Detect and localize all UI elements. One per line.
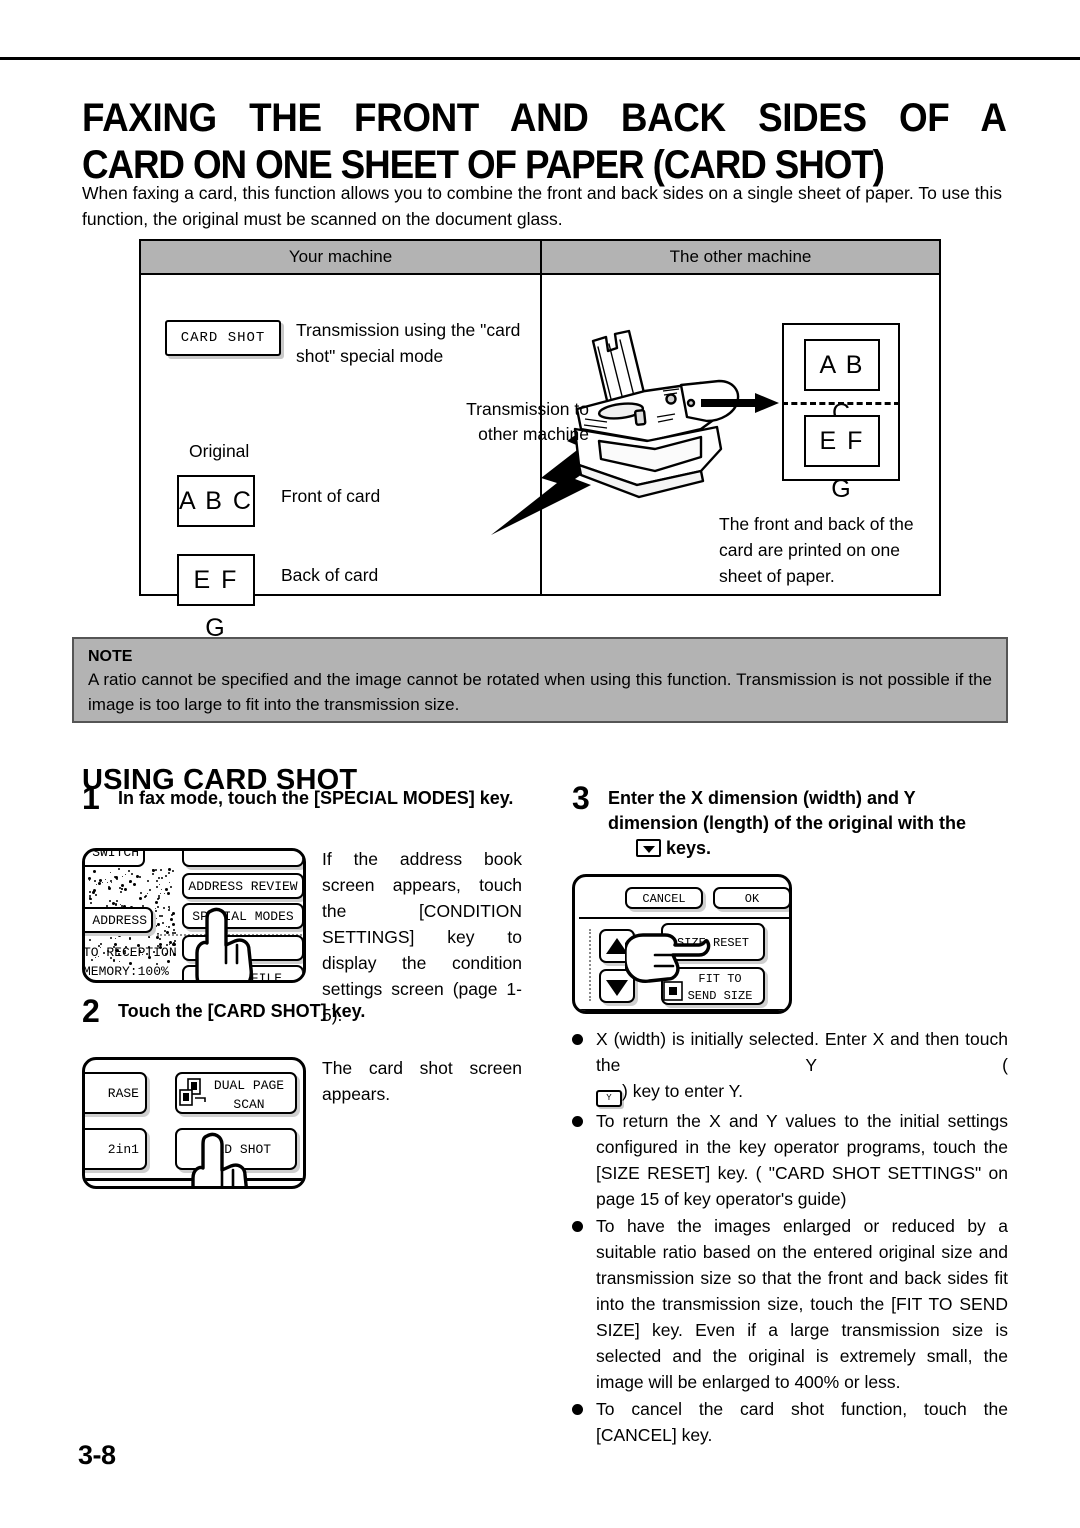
diagram-output-fold-line [782,402,900,405]
bullet-4-text: To cancel the card shot function, touch … [596,1399,1008,1445]
bullet-dot-icon [572,1404,583,1415]
diagram-result-text: The front and back of the card are print… [719,514,914,586]
step-3-title-suffix: keys. [608,836,1008,861]
transmission-to-line-2: other machine [478,424,589,444]
note-line-1: A ratio cannot be specified and the imag… [88,670,950,689]
notes-bullet-list: X (width) is initially selected. Enter X… [572,1026,1008,1449]
bullet-item: To cancel the card shot function, touch … [572,1396,1008,1448]
step-2-side-text: The card shot screen appears. [322,1058,522,1104]
panel-top-right-key[interactable] [182,851,303,867]
cancel-key[interactable]: CANCEL [625,887,703,909]
step-1-number: 1 [82,780,100,816]
auto-reception-label: TO RECEPTION [83,945,177,960]
panel-vertical-divider [589,929,591,1001]
diagram-header-row: Your machine The other machine [141,241,939,275]
step-2: 2 Touch the [CARD SHOT] key. RASE 2in1 D… [82,995,522,1209]
diagram-header-your-machine: Your machine [141,241,542,273]
intro-line-1: When faxing a card, this function allows… [82,183,970,203]
diagram-output-bottom-card: E F G [804,415,880,503]
diagram-front-card: A B C [177,475,255,527]
erase-key[interactable]: RASE [85,1072,147,1114]
bullet-3-text: To have the images enlarged or reduced b… [596,1216,1008,1392]
diagram-output-paper: A B C E F G [782,323,900,503]
output-arrow-icon [701,393,779,413]
diagram-output-top-card: A B C [804,339,880,427]
y-key-icon: Y [596,1090,622,1107]
pointing-hand-icon [195,907,253,980]
sub-address-key[interactable]: UB ADDRESS [85,907,153,933]
bullet-1-tail: Y) key to enter Y. [596,1078,1008,1107]
panel-bottom-rule [575,1009,789,1011]
step-1-panel-screenshot: ODE SWITCH UB ADDRESS TO RECEPTION MEMOR… [82,848,306,983]
step-2-panel-screenshot: RASE 2in1 DUAL PAGE SCAN CARD SHOT [82,1057,306,1189]
header-rule [0,57,1080,60]
step-3-title-part2: keys. [666,838,712,858]
step-1-head: 1 In fax mode, touch the [SPECIAL MODES]… [82,782,522,816]
two-in-one-key[interactable]: 2in1 [85,1128,147,1170]
step-1-title: In fax mode, touch the [SPECIAL MODES] k… [118,788,514,808]
document-page: FAXING THE FRONT AND BACK SIDES OF A CAR… [0,0,1080,1528]
transmission-to-line-1: Transmission to [466,399,589,419]
note-body: A ratio cannot be specified and the imag… [88,667,992,717]
mode-switch-key[interactable]: ODE SWITCH [85,851,145,867]
step-2-title: Touch the [CARD SHOT] key. [118,1001,366,1021]
arrow-down-key-icon [636,839,661,857]
ok-key[interactable]: OK [713,887,789,909]
page-title: FAXING THE FRONT AND BACK SIDES OF A CAR… [82,95,1007,189]
dual-page-scan-icon [179,1078,206,1106]
bullet-item: X (width) is initially selected. Enter X… [572,1026,1008,1107]
pointing-hand-icon [625,933,711,983]
dual-page-scan-line-1: DUAL PAGE [213,1078,285,1093]
dual-page-scan-line-2: SCAN [233,1097,265,1112]
bullet-1-text-post: ) key to enter Y. [622,1081,743,1101]
bullet-item: To return the X and Y values to the init… [572,1108,1008,1212]
pointing-hand-icon [191,1132,248,1186]
step-2-head: 2 Touch the [CARD SHOT] key. [82,995,522,1029]
bullet-item: To have the images enlarged or reduced b… [572,1213,1008,1395]
step-2-number: 2 [82,993,100,1029]
diagram-body: CARD SHOT Transmission using the "card s… [141,275,939,642]
bullet-dot-icon [572,1034,583,1045]
bullet-2-text: To return the X and Y values to the init… [596,1111,1008,1209]
intro-paragraph: When faxing a card, this function allows… [82,180,1002,232]
step-3-title: Enter the X dimension (width) and Y dime… [608,788,966,833]
left-column: 1 In fax mode, touch the [SPECIAL MODES]… [82,782,522,1209]
note-box: NOTE A ratio cannot be specified and the… [72,637,1008,723]
note-title: NOTE [88,648,133,665]
page-title-line-1: FAXING THE FRONT AND BACK SIDES OF A [82,95,1007,140]
diagram-transmission-mode-text: Transmission using the "card shot" speci… [296,320,521,366]
memory-label: MEMORY:100% [83,964,169,979]
step-3-head: 3 Enter the X dimension (width) and Y di… [572,782,1008,861]
page-number: 3-8 [78,1440,116,1470]
diagram-back-card-label: Back of card [281,565,379,585]
step-3-panel-screenshot: CANCEL OK SIZE RESET FIT TO SEND SIZE [572,874,792,1014]
diagram-header-other-machine: The other machine [542,241,939,273]
step-1: 1 In fax mode, touch the [SPECIAL MODES]… [82,782,522,1025]
overview-diagram: Your machine The other machine CARD SHOT… [139,239,941,642]
address-review-key[interactable]: ADDRESS REVIEW [182,873,303,899]
diagram-back-card: E F G [177,554,255,642]
bullet-1-text-pre: X (width) is initially selected. Enter X… [596,1029,1008,1075]
panel-header-rule [579,917,789,919]
diagram-original-label: Original [189,441,250,461]
right-column: 3 Enter the X dimension (width) and Y di… [572,782,1008,1445]
diagram-card-shot-key: CARD SHOT [165,320,281,356]
bullet-dot-icon [572,1221,583,1232]
diagram-front-card-label: Front of card [281,486,381,506]
bullet-dot-icon [572,1116,583,1127]
step-3-number: 3 [572,780,590,816]
diagram-transmission-to-text: Transmission to other machine [459,397,589,447]
step-3: 3 Enter the X dimension (width) and Y di… [572,782,1008,1014]
